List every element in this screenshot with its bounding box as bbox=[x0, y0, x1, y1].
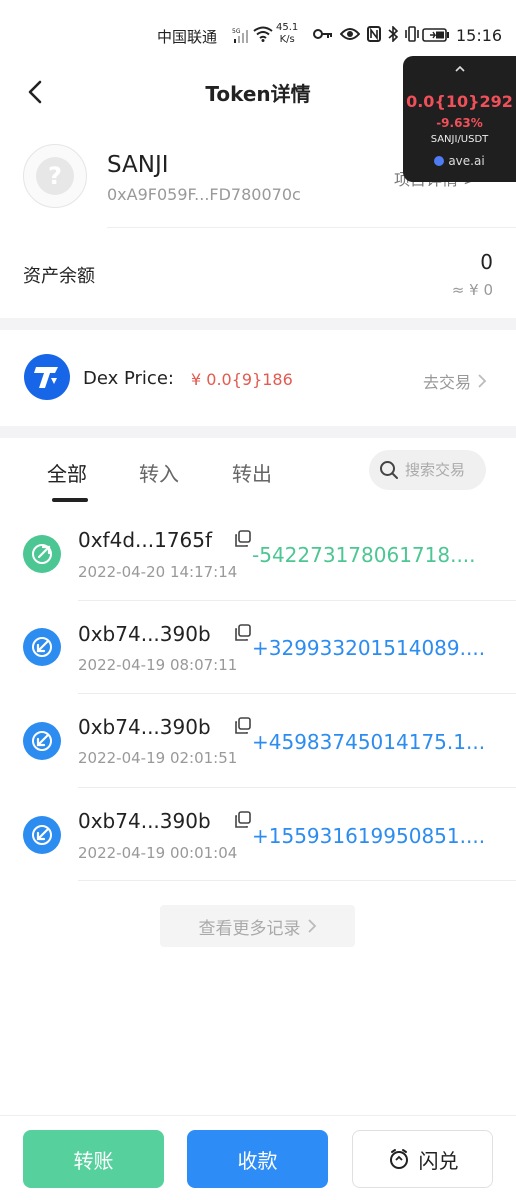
widget-brand-label: ave.ai bbox=[448, 154, 485, 168]
network-speed: 45.1 K/s bbox=[276, 22, 298, 46]
transfer-label: 转账 bbox=[73, 1148, 114, 1173]
tab-incoming[interactable]: 转入 bbox=[139, 458, 179, 487]
bluetooth-icon bbox=[388, 26, 398, 42]
table-row[interactable]: 0xb74...390b 2022-04-19 00:01:04 +155931… bbox=[0, 787, 516, 880]
speed-value: 45.1 bbox=[276, 22, 299, 33]
tx-hash: 0xb74...390b bbox=[78, 809, 211, 833]
dex-price-card[interactable]: Dex Price: ¥ 0.0{9}186 去交易 bbox=[0, 330, 516, 426]
balance-label: 资产余额 bbox=[23, 266, 95, 287]
row-divider bbox=[78, 880, 516, 881]
dex-price-label: Dex Price: bbox=[83, 368, 174, 389]
eye-icon bbox=[340, 28, 360, 40]
table-row[interactable]: 0xb74...390b 2022-04-19 02:01:51 +459837… bbox=[0, 693, 516, 786]
speed-unit: K/s bbox=[279, 34, 295, 45]
search-box[interactable] bbox=[369, 450, 486, 490]
clock: 15:16 bbox=[456, 26, 503, 45]
tab-all[interactable]: 全部 bbox=[47, 458, 87, 487]
swap-label: 闪兑 bbox=[418, 1148, 459, 1173]
tx-amount: +329933201514089.... bbox=[252, 636, 486, 660]
table-row[interactable]: 0xf4d...1765f 2022-04-20 14:17:14 -54227… bbox=[0, 506, 516, 599]
tx-date: 2022-04-19 00:01:04 bbox=[78, 844, 238, 862]
tx-hash: 0xf4d...1765f bbox=[78, 528, 213, 552]
tx-amount: +45983745014175.1... bbox=[252, 730, 486, 754]
swap-button[interactable]: 闪兑 bbox=[352, 1130, 493, 1188]
nfc-icon bbox=[367, 26, 381, 42]
tx-hash: 0xb74...390b bbox=[78, 715, 211, 739]
section-gap bbox=[0, 426, 516, 438]
copy-icon[interactable] bbox=[234, 717, 252, 735]
table-row[interactable]: 0xb74...390b 2022-04-19 08:07:11 +329933… bbox=[0, 600, 516, 693]
widget-change: -9.63% bbox=[436, 116, 483, 130]
token-name: SANJI bbox=[107, 152, 169, 178]
tx-amount: +155931619950851.... bbox=[252, 824, 486, 848]
divider bbox=[107, 227, 516, 228]
send-icon bbox=[23, 535, 61, 573]
receive-label: 收款 bbox=[237, 1148, 278, 1173]
go-trade-label: 去交易 bbox=[423, 373, 472, 392]
token-avatar: ? bbox=[23, 144, 87, 208]
search-input[interactable] bbox=[405, 450, 485, 490]
tx-amount: -542273178061718.... bbox=[252, 543, 476, 567]
active-tab-indicator bbox=[52, 498, 88, 502]
price-widget[interactable]: 0.0{10}292 -9.63% SANJI/USDT ave.ai bbox=[403, 56, 516, 182]
signal-icon: 5G bbox=[232, 27, 250, 47]
ave-logo-icon bbox=[434, 156, 445, 166]
vibrate-icon bbox=[405, 26, 419, 42]
widget-price: 0.0{10}292 bbox=[406, 92, 513, 111]
search-icon bbox=[380, 461, 398, 479]
copy-icon[interactable] bbox=[234, 811, 252, 829]
balance-fiat: ≈ ¥ 0 bbox=[451, 281, 493, 299]
widget-brand: ave.ai bbox=[403, 154, 516, 168]
chevron-up-icon[interactable] bbox=[403, 62, 516, 76]
view-more-label: 查看更多记录 bbox=[198, 918, 301, 939]
receive-icon bbox=[23, 628, 61, 666]
section-gap bbox=[0, 318, 516, 330]
dex-price-value: ¥ 0.0{9}186 bbox=[191, 370, 293, 389]
status-icons bbox=[313, 26, 419, 42]
receive-icon bbox=[23, 816, 61, 854]
tx-date: 2022-04-19 02:01:51 bbox=[78, 749, 238, 767]
network-label: 5G bbox=[232, 28, 241, 35]
chevron-right-icon bbox=[307, 919, 316, 933]
tab-outgoing[interactable]: 转出 bbox=[232, 458, 272, 487]
dex-logo-icon bbox=[24, 354, 70, 400]
carrier-label: 中国联通 bbox=[157, 28, 218, 46]
transaction-tabs: 全部 转入 转出 bbox=[0, 444, 516, 504]
question-mark-icon: ? bbox=[36, 157, 74, 195]
tx-hash: 0xb74...390b bbox=[78, 622, 211, 646]
tx-date: 2022-04-19 08:07:11 bbox=[78, 656, 238, 674]
go-trade-link[interactable]: 去交易 bbox=[423, 369, 487, 393]
swap-icon bbox=[389, 1149, 408, 1169]
balance-amount: 0 bbox=[480, 250, 493, 274]
token-address[interactable]: 0xA9F059F...FD780070c bbox=[107, 185, 301, 204]
view-more-records-button[interactable]: 查看更多记录 bbox=[160, 905, 355, 947]
copy-icon[interactable] bbox=[234, 530, 252, 548]
bottom-action-bar: 转账 收款 闪兑 bbox=[0, 1115, 516, 1200]
transfer-button[interactable]: 转账 bbox=[23, 1130, 164, 1188]
widget-pair: SANJI/USDT bbox=[430, 134, 489, 145]
chevron-right-icon bbox=[478, 374, 487, 388]
battery-icon bbox=[422, 27, 450, 46]
key-icon bbox=[313, 29, 332, 39]
receive-icon bbox=[23, 722, 61, 760]
tx-date: 2022-04-20 14:17:14 bbox=[78, 563, 238, 581]
receive-button[interactable]: 收款 bbox=[187, 1130, 328, 1188]
wifi-icon bbox=[253, 26, 273, 46]
copy-icon[interactable] bbox=[234, 624, 252, 642]
